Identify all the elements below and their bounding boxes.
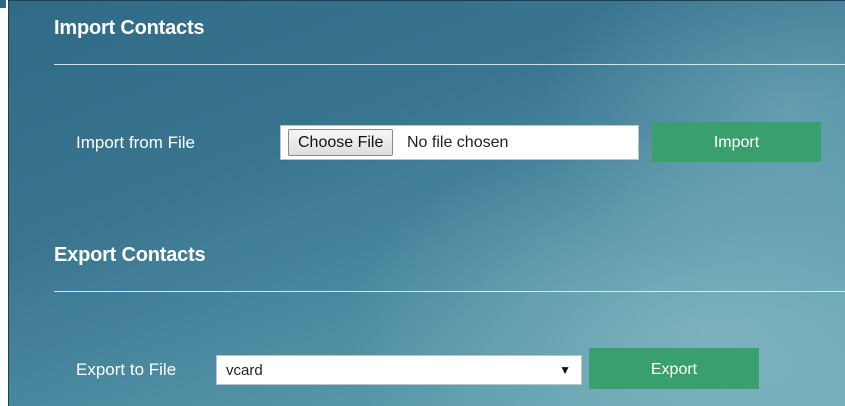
import-file-input[interactable]: Choose File No file chosen bbox=[280, 125, 639, 160]
triangle-down-icon[interactable]: ▼ bbox=[559, 363, 571, 377]
export-format-select[interactable]: vcard ▼ bbox=[216, 355, 582, 385]
contacts-panel: Import Contacts Import from File Choose … bbox=[8, 0, 845, 406]
export-to-file-label: Export to File bbox=[76, 360, 177, 379]
import-divider bbox=[54, 64, 845, 65]
import-from-file-label: Import from File bbox=[76, 133, 196, 152]
page-left-margin bbox=[0, 0, 8, 406]
import-contacts-heading: Import Contacts bbox=[54, 17, 205, 39]
contacts-import-export-page: Import Contacts Import from File Choose … bbox=[0, 0, 845, 406]
export-contacts-heading: Export Contacts bbox=[54, 244, 206, 266]
choose-file-button[interactable]: Choose File bbox=[288, 129, 394, 156]
file-status-text: No file chosen bbox=[407, 134, 509, 151]
import-button[interactable]: Import bbox=[652, 122, 821, 162]
export-format-value: vcard bbox=[226, 362, 263, 379]
export-button[interactable]: Export bbox=[589, 348, 759, 389]
corner-marker bbox=[0, 0, 6, 8]
export-divider bbox=[54, 291, 845, 292]
